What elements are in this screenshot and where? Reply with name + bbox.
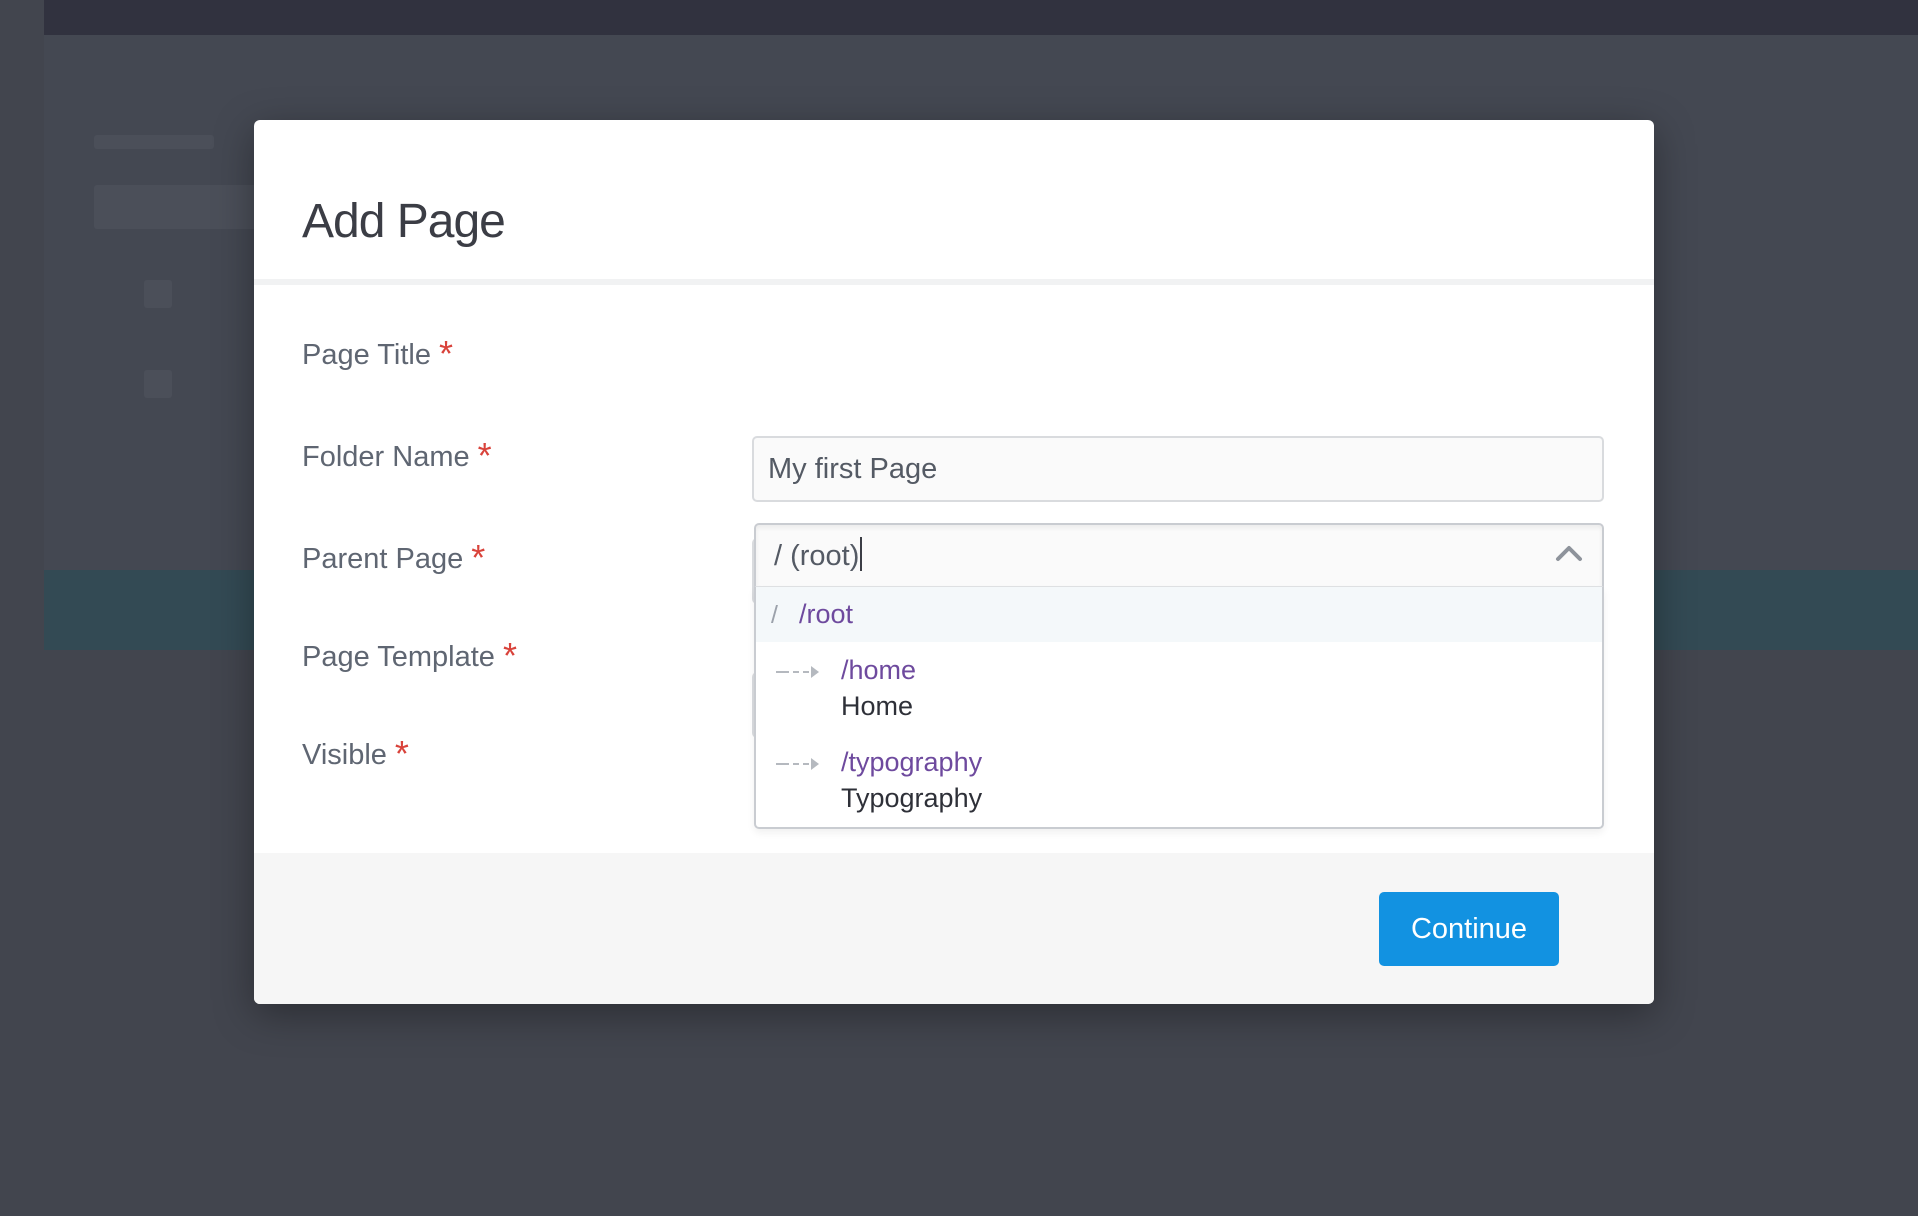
page-title-label-text: Page Title: [302, 339, 431, 371]
required-marker: *: [471, 537, 486, 578]
background-placeholder: [144, 370, 172, 398]
option-path: /typography: [841, 747, 983, 777]
folder-name-label-text: Folder Name: [302, 441, 470, 473]
page-title-input[interactable]: [752, 436, 1604, 502]
modal-title: Add Page: [302, 195, 506, 248]
chevron-up-icon[interactable]: [1554, 541, 1584, 565]
dashed-arrow-right-icon: [776, 666, 819, 678]
option-name: Home: [841, 691, 914, 721]
visible-label-text: Visible: [302, 739, 387, 771]
parent-page-select-value: / (root): [774, 540, 860, 572]
add-page-modal: Add Page Page Title* Folder Name* Parent…: [254, 120, 1654, 1004]
parent-page-select[interactable]: / (root): [754, 523, 1604, 587]
dashed-arrow-right-icon: [776, 758, 819, 770]
parent-page-label: Parent Page *: [302, 535, 486, 578]
required-marker: *: [438, 333, 453, 374]
continue-button[interactable]: Continue: [1379, 892, 1559, 966]
dropdown-option-typography[interactable]: /typography Typography: [756, 734, 1602, 827]
dropdown-option-home[interactable]: /home Home: [756, 642, 1602, 734]
modal-header: Add Page: [254, 120, 1654, 285]
folder-name-label: Folder Name *: [302, 433, 492, 476]
page-template-label-text: Page Template: [302, 641, 495, 673]
option-path: /root: [799, 599, 854, 629]
dropdown-option-root[interactable]: / /root: [756, 587, 1602, 642]
option-path: /home: [841, 655, 917, 685]
background-top-bar: [44, 0, 1918, 35]
modal-footer: Continue: [254, 853, 1654, 1004]
background-placeholder: [94, 135, 214, 149]
background-placeholder: [144, 280, 172, 308]
parent-page-label-text: Parent Page: [302, 543, 464, 575]
required-marker: *: [477, 435, 492, 476]
parent-page-dropdown: / /root /home Home /typography Typograph…: [754, 587, 1604, 829]
visible-label: Visible *: [302, 731, 409, 774]
option-name: Typography: [841, 783, 983, 813]
root-slash-icon: /: [771, 601, 778, 629]
required-marker: *: [502, 635, 517, 676]
page-title-label: Page Title *: [302, 331, 453, 374]
required-marker: *: [394, 733, 409, 774]
page-template-label: Page Template *: [302, 633, 517, 676]
parent-page-search-input[interactable]: / (root): [774, 537, 863, 573]
text-cursor: [860, 537, 863, 571]
